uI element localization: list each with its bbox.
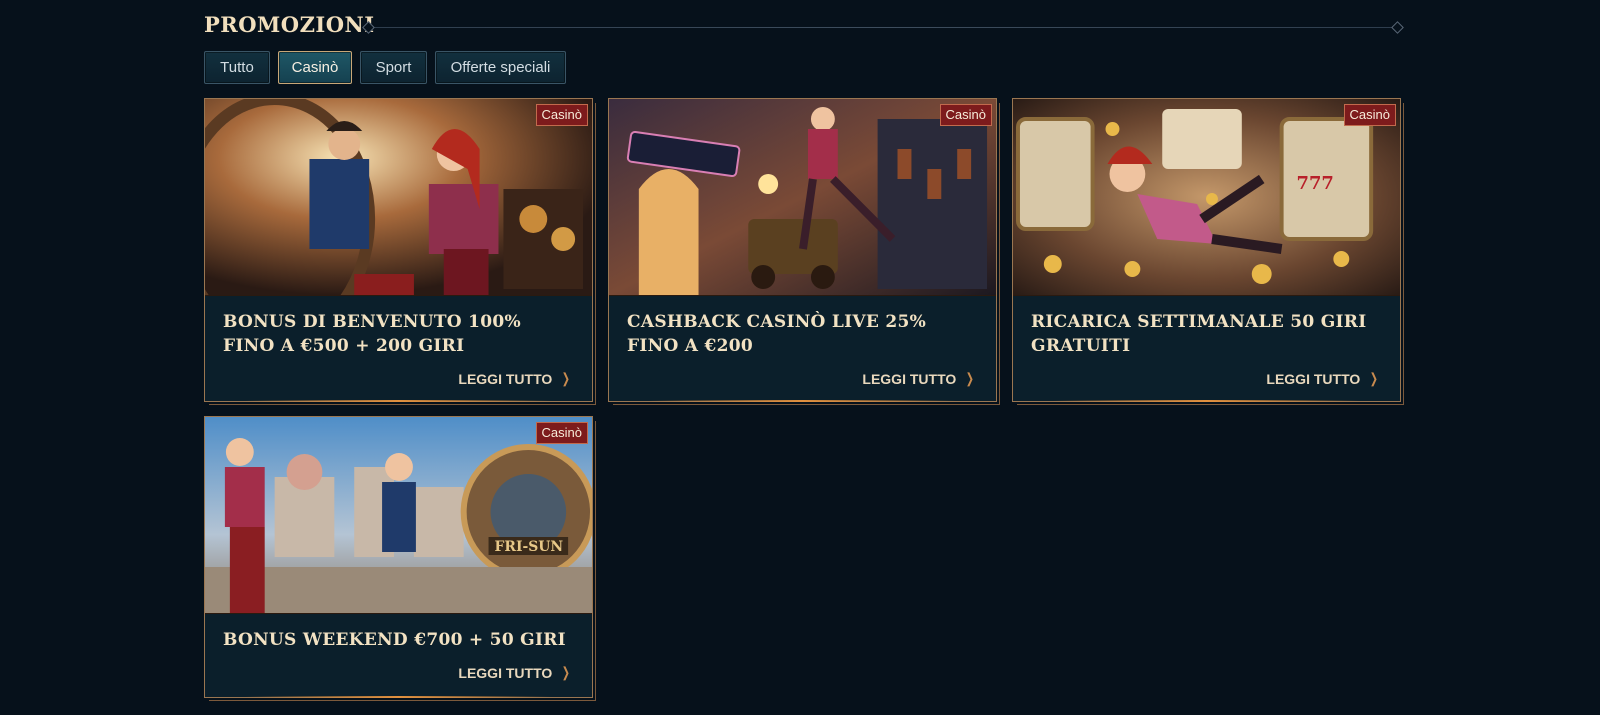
read-more-link[interactable]: LEGGI TUTTO ❯ [1266,370,1380,387]
promo-image: Casinò [205,99,592,296]
read-more-label: LEGGI TUTTO [458,370,553,387]
filter-tabs: Tutto Casinò Sport Offerte speciali [204,51,566,84]
chevron-right-icon: ❯ [966,370,975,386]
chevron-right-icon: ❯ [562,664,571,680]
tab-offerte-speciali[interactable]: Offerte speciali [435,51,566,84]
svg-text:FRI-SUN: FRI-SUN [495,539,564,555]
promo-title: Ricarica settimanale 50 giri gratuiti [1031,312,1367,356]
read-more-link[interactable]: LEGGI TUTTO ❯ [458,370,572,387]
chevron-right-icon: ❯ [1370,370,1379,386]
chevron-right-icon: ❯ [562,370,571,386]
diamond-ornament-icon [1391,21,1404,34]
promo-card[interactable]: 777 Casinò Ricarica settimanale 50 giri … [1012,98,1401,402]
tab-tutto[interactable]: Tutto [204,51,270,84]
promo-title: Bonus di benvenuto 100% fino a €500 + 20… [223,312,521,356]
svg-text:777: 777 [1297,173,1334,194]
header-divider [362,21,1404,34]
read-more-label: LEGGI TUTTO [458,664,553,681]
tab-casino[interactable]: Casinò [278,51,352,84]
promo-image: Casinò [609,99,996,296]
promo-title: Bonus Weekend €700 + 50 giri [223,630,566,650]
category-badge: Casinò [535,422,588,444]
tab-sport[interactable]: Sport [360,51,427,84]
category-badge: Casinò [1343,104,1396,126]
promo-title: Cashback Casinò Live 25% fino a €200 [627,312,927,356]
read-more-link[interactable]: LEGGI TUTTO ❯ [862,370,976,387]
read-more-label: LEGGI TUTTO [862,370,957,387]
promo-image: 777 Casinò [1013,99,1400,296]
category-badge: Casinò [939,104,992,126]
promo-card[interactable]: FRI-SUN Casinò Bonus Weekend €700 + 50 g… [204,416,593,698]
page-title: Promozioni [204,12,375,37]
read-more-link[interactable]: LEGGI TUTTO ❯ [458,664,572,681]
read-more-label: LEGGI TUTTO [1266,370,1361,387]
promotions-section: Promozioni Tutto Casinò Sport Offerte sp… [204,0,1404,715]
promo-card[interactable]: Casinò Cashback Casinò Live 25% fino a €… [608,98,997,402]
promo-image: FRI-SUN Casinò [205,417,592,614]
category-badge: Casinò [535,104,588,126]
diamond-ornament-icon [362,21,375,34]
promo-card[interactable]: Casinò Bonus di benvenuto 100% fino a €5… [204,98,593,402]
